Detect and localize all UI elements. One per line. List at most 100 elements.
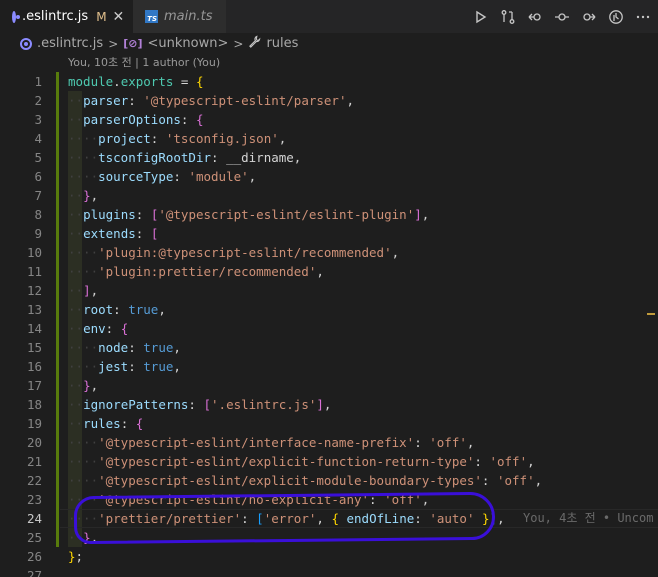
code-line: 3 ··parserOptions: { [0,110,658,129]
more-actions-icon[interactable] [634,8,652,26]
run-icon[interactable] [472,8,490,26]
line-number: 24 [26,511,42,526]
go-back-icon[interactable] [526,8,544,26]
code-text: ····project: 'tsconfig.json', [68,131,287,146]
line-number: 9 [34,226,42,241]
token: env [83,321,106,336]
token: , [323,397,332,412]
token: 'off' [429,435,467,450]
line-number: 7 [34,188,42,203]
gutter-change-marker [56,376,59,395]
go-forward-icon[interactable] [580,8,598,26]
code-text: ····'@typescript-eslint/explicit-functio… [68,454,535,469]
token: , [497,511,505,526]
gutter-change-marker [56,91,59,110]
gutter-change-marker [56,357,59,376]
token: ; [75,549,84,564]
tab-eslintrc[interactable]: .eslintrc.js M ✕ [0,0,133,33]
code-text: ··ignorePatterns: ['.eslintrc.js'], [68,397,332,412]
gutter-change-marker [56,338,59,357]
token: : [120,416,136,431]
token: , [173,359,181,374]
code-line: 19 ··rules: { [0,414,658,433]
token: } [83,378,91,393]
hand-drawn-highlight [73,491,496,545]
code-line: 12 ··], [0,281,658,300]
code-text: module.exports = { [68,72,203,91]
breadcrumb-symbol[interactable]: <unknown> [148,36,229,51]
token: : [173,169,189,184]
token: , [346,93,355,108]
close-icon[interactable]: ✕ [113,9,125,25]
token: : [135,207,151,222]
gutter-change-marker [56,452,59,471]
gutter-change-marker [56,205,59,224]
code-text: ··env: { [68,321,129,336]
gutter-change-marker [56,300,59,319]
token: , [534,473,543,488]
breadcrumb: .eslintrc.js > [⊘] <unknown> > rules [0,33,658,54]
code-text: ··}, [68,378,99,393]
line-number: 27 [26,568,42,577]
token: : [105,321,121,336]
token: root [83,302,114,317]
token: = [173,74,196,89]
token: , [316,264,324,279]
token: ignorePatterns [83,397,189,412]
git-codelens[interactable]: You, 10초 전 | 1 author (You) [68,54,220,72]
gutter-change-marker [56,262,59,281]
timeline-icon[interactable] [607,8,625,26]
gutter-change-marker [56,528,59,547]
token: } [68,549,76,564]
code-text: ··parserOptions: { [68,112,204,127]
code-editor[interactable]: You, 10초 전 | 1 author (You) 1 module.exp… [0,54,658,577]
gutter-change-marker [56,167,59,186]
line-number: 10 [26,245,42,260]
code-text: ··extends: [ [68,226,159,241]
token: '.eslintrc.js' [211,397,317,412]
tab-label: main.ts [164,9,213,24]
typescript-file-icon: TS [145,10,158,23]
code-text: ··rules: { [68,416,144,431]
code-text: ····node: true, [68,340,181,355]
token: : [481,473,497,488]
line-number: 21 [26,454,42,469]
gutter-change-marker [56,414,59,433]
code-line: 14 ··env: { [0,319,658,338]
code-line: 13 ··root: true, [0,300,658,319]
code-line: 18 ··ignorePatterns: ['.eslintrc.js'], [0,395,658,414]
tab-main-ts[interactable]: TS main.ts [133,0,226,33]
breadcrumb-rules[interactable]: rules [266,36,298,51]
token: ] [83,283,91,298]
commit-icon[interactable] [553,8,571,26]
token: , [248,169,257,184]
code-line: 21 ····'@typescript-eslint/explicit-func… [0,452,658,471]
compare-changes-icon[interactable] [499,8,517,26]
code-text: ····tsconfigRootDir: __dirname, [68,150,302,165]
code-line: 5 ····tsconfigRootDir: __dirname, [0,148,658,167]
token: parser [83,93,129,108]
token: '@typescript-eslint/parser' [143,93,347,108]
token: '@typescript-eslint/eslint-plugin' [158,207,415,222]
token: parserOptions [83,112,181,127]
code-text: ····'@typescript-eslint/explicit-module-… [68,473,543,488]
breadcrumb-file[interactable]: .eslintrc.js [37,36,103,51]
token: node [98,340,129,355]
line-number: 13 [26,302,42,317]
token: exports [120,74,174,89]
token: : [188,397,204,412]
modified-indicator: M [96,9,107,24]
token: extends [83,226,136,241]
token: '@typescript-eslint/explicit-module-boun… [98,473,482,488]
chevron-right-icon: > [233,36,244,51]
token: ] [414,207,422,222]
code-line: 9 ··extends: [ [0,224,658,243]
token: : [414,435,430,450]
token: [ [203,397,212,412]
gutter-change-marker [56,433,59,452]
gutter-change-marker [56,243,59,262]
token: : [211,150,227,165]
line-number: 4 [34,131,42,146]
token: rules [83,416,121,431]
symbol-variable-icon: [⊘] [123,37,143,50]
